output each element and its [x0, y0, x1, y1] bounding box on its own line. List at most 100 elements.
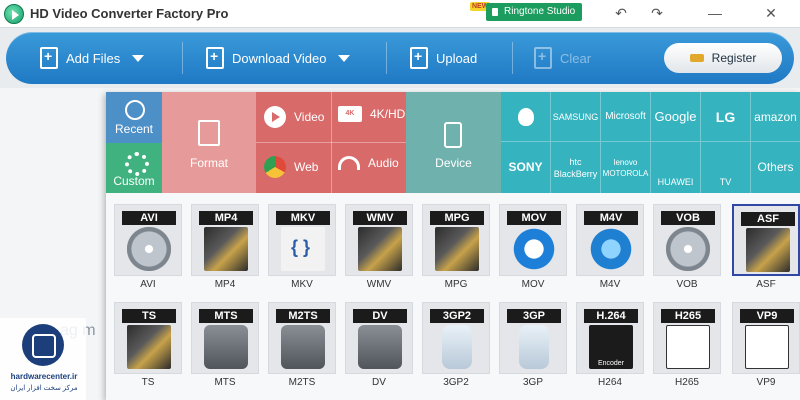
brand-microsoft[interactable]: Microsoft — [601, 92, 651, 142]
brand-grid: SAMSUNG Microsoft Google LG amazon SONY … — [501, 92, 800, 193]
brand-apple[interactable] — [501, 92, 551, 142]
subtab-web-label: Web — [294, 160, 319, 174]
format-tile-avi[interactable]: AVI — [114, 204, 182, 276]
subtab-web[interactable]: Web — [264, 156, 318, 178]
format-tag: DV — [353, 309, 407, 323]
format-tile-ts[interactable]: TS — [114, 302, 182, 374]
add-files-button[interactable]: Add Files — [40, 32, 145, 84]
format-tile-m2ts[interactable]: M2TS — [268, 302, 336, 374]
watermark-domain: hardwarecenter.ir — [10, 372, 78, 381]
mobile-phone-icon — [519, 325, 549, 369]
vp9-encoder-icon — [745, 325, 789, 369]
app-logo-icon — [4, 4, 24, 24]
clear-button[interactable]: Clear — [534, 32, 591, 84]
format-label: MP4 — [214, 279, 236, 290]
format-tile-wmv[interactable]: WMV — [345, 204, 413, 276]
subtab-4khd[interactable]: 4K 4K/HD — [338, 106, 405, 122]
format-tag: WMV — [353, 211, 407, 225]
format-tag: M2TS — [276, 309, 330, 323]
tab-format[interactable]: Format — [162, 92, 256, 193]
download-video-button[interactable]: Download Video — [206, 32, 351, 84]
format-tile-3gp[interactable]: 3GP — [499, 302, 567, 374]
format-label: DV — [372, 377, 386, 388]
format-tile-mov[interactable]: MOV — [499, 204, 567, 276]
upload-icon — [410, 47, 428, 69]
format-popup: Recent Custom Format Video 4K 4K/HD Web … — [106, 92, 800, 400]
main-toolbar: Add Files Download Video Upload Clear Re… — [6, 32, 794, 84]
tab-recent[interactable]: Recent — [106, 92, 162, 143]
phone-icon — [444, 122, 462, 148]
format-label: 3GP — [522, 377, 543, 388]
brand-tv[interactable]: TV — [701, 142, 751, 193]
format-tile-mp4[interactable]: MP4 — [191, 204, 259, 276]
format-tag: VP9 — [740, 309, 794, 323]
format-label: AVI — [140, 279, 156, 290]
chevron-down-icon[interactable] — [132, 54, 145, 62]
format-tag: MP4 — [199, 211, 253, 225]
trash-icon — [534, 47, 552, 69]
format-label: H265 — [675, 377, 699, 388]
format-tag: MPG — [430, 211, 484, 225]
close-button[interactable]: ✕ — [756, 2, 786, 24]
format-tile-dv[interactable]: DV — [345, 302, 413, 374]
format-tile-vp9[interactable]: VP9 — [732, 302, 800, 374]
brand-htc-blackberry[interactable]: htc BlackBerry — [551, 142, 601, 193]
subtab-4khd-label: 4K/HD — [370, 107, 406, 121]
upload-button[interactable]: Upload — [410, 32, 477, 84]
format-label: H264 — [598, 377, 622, 388]
minimize-button[interactable]: — — [700, 2, 730, 24]
disc-icon — [127, 227, 171, 271]
format-label: MPG — [444, 279, 468, 290]
format-tile-mkv[interactable]: MKV — [268, 204, 336, 276]
format-tile-mts[interactable]: MTS — [191, 302, 259, 374]
brand-lenovo-motorola[interactable]: lenovo MOTOROLA — [601, 142, 651, 193]
film-reel-icon — [746, 228, 790, 272]
matroska-icon — [281, 227, 325, 271]
play-icon — [264, 106, 286, 128]
film-icon — [198, 120, 220, 146]
redo-icon[interactable]: ↷ — [642, 2, 672, 24]
format-tile-mpg[interactable]: MPG — [422, 204, 490, 276]
tab-custom[interactable]: Custom — [106, 143, 162, 193]
format-tile-h264[interactable]: H.264 — [576, 302, 644, 374]
film-reel-icon — [358, 227, 402, 271]
format-label: MOV — [521, 279, 545, 290]
format-tile-h265[interactable]: H265 — [653, 302, 721, 374]
chevron-down-icon[interactable] — [338, 54, 351, 62]
format-tag: MOV — [507, 211, 561, 225]
brand-others[interactable]: Others — [751, 142, 800, 193]
format-tile-asf[interactable]: ASF — [732, 204, 800, 276]
app-title: HD Video Converter Factory Pro — [30, 6, 229, 21]
brand-lg[interactable]: LG — [701, 92, 751, 142]
brand-huawei[interactable]: HUAWEI — [651, 142, 701, 193]
brand-google[interactable]: Google — [651, 92, 701, 142]
camcorder-icon — [281, 325, 325, 369]
format-tag: 3GP2 — [430, 309, 484, 323]
subtab-audio[interactable]: Audio — [338, 156, 399, 170]
ringtone-studio-button[interactable]: Ringtone Studio — [486, 3, 582, 21]
format-tag: H265 — [661, 309, 715, 323]
register-button[interactable]: Register — [664, 43, 782, 73]
register-label: Register — [711, 51, 757, 65]
brand-amazon[interactable]: amazon — [751, 92, 800, 142]
film-reel-icon — [435, 227, 479, 271]
tab-device[interactable]: Device — [406, 92, 501, 193]
apple-icon — [517, 108, 534, 127]
film-reel-icon — [127, 325, 171, 369]
headphones-icon — [338, 156, 360, 170]
format-tag: AVI — [122, 211, 176, 225]
format-label: MKV — [291, 279, 313, 290]
format-tile-3gp2[interactable]: 3GP2 — [422, 302, 490, 374]
format-label: VP9 — [756, 377, 776, 388]
undo-icon[interactable]: ↶ — [606, 2, 636, 24]
format-tag: H.264 — [584, 309, 638, 323]
format-tile-vob[interactable]: VOB — [653, 204, 721, 276]
brand-sony[interactable]: SONY — [501, 142, 551, 193]
brand-samsung[interactable]: SAMSUNG — [551, 92, 601, 142]
add-file-icon — [40, 47, 58, 69]
subtab-video[interactable]: Video — [264, 106, 324, 128]
format-label: 3GP2 — [443, 377, 469, 388]
camcorder-icon — [204, 325, 248, 369]
subtab-audio-label: Audio — [368, 156, 399, 170]
format-tile-m4v[interactable]: M4V — [576, 204, 644, 276]
